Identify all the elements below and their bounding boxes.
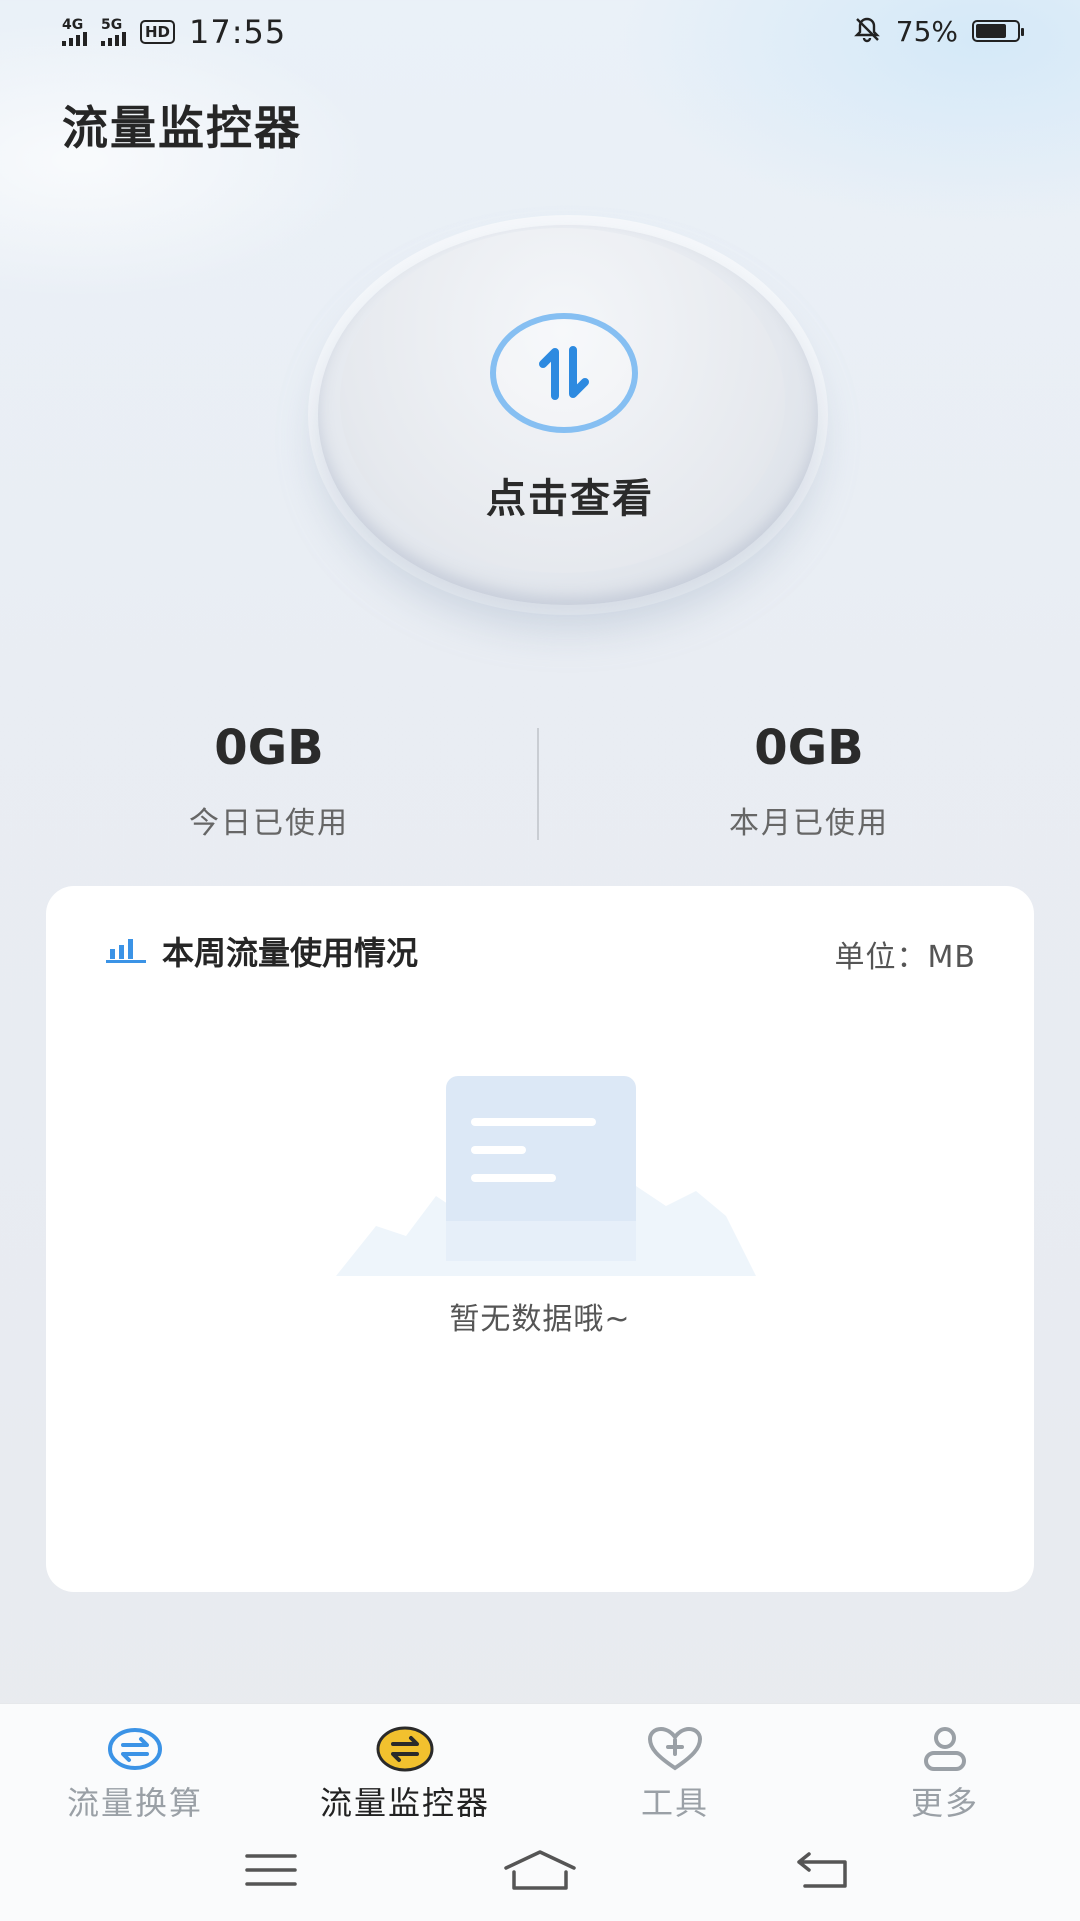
back-button[interactable] — [778, 1830, 868, 1910]
today-usage-value: 0GB — [214, 720, 324, 776]
battery-icon — [972, 20, 1024, 42]
signal-bars-icon — [101, 32, 126, 46]
month-usage: 0GB 本月已使用 — [609, 720, 1009, 842]
system-navigation — [0, 1830, 1080, 1910]
tab-traffic-convert[interactable]: 流量换算 — [25, 1726, 245, 1824]
month-usage-label: 本月已使用 — [729, 806, 889, 841]
card-header: 本周流量使用情况 — [106, 928, 418, 974]
network-type-label: 4G — [62, 17, 84, 33]
home-icon — [504, 1850, 576, 1890]
tab-label: 更多 — [910, 1784, 979, 1822]
menu-button[interactable] — [226, 1830, 316, 1910]
status-bar: 4G 5G HD 17:55 75% — [0, 0, 1080, 66]
back-icon — [797, 1852, 847, 1888]
user-icon — [915, 1726, 975, 1772]
menu-icon — [245, 1854, 297, 1886]
heart-plus-icon — [645, 1726, 705, 1772]
status-right: 75% — [852, 14, 1024, 48]
tab-traffic-monitor[interactable]: 流量监控器 — [295, 1726, 515, 1824]
signal-5g: 5G — [101, 18, 126, 46]
today-usage: 0GB 今日已使用 — [69, 720, 469, 842]
unit-label: 单位：MB — [834, 940, 976, 975]
check-usage-label: 点击查看 — [486, 476, 654, 522]
weekly-usage-card: 本周流量使用情况 单位：MB 暂无数据哦~ — [46, 886, 1034, 1592]
convert-icon — [105, 1726, 165, 1772]
signal-bars-icon — [62, 32, 87, 46]
tab-tools[interactable]: 工具 — [565, 1726, 785, 1824]
battery-fill — [976, 24, 1006, 38]
month-usage-value: 0GB — [754, 720, 864, 776]
card-title: 本周流量使用情况 — [162, 934, 419, 972]
signal-4g: 4G — [62, 18, 87, 46]
tab-more[interactable]: 更多 — [835, 1726, 1055, 1824]
bar-chart-icon — [106, 935, 146, 967]
hd-voice-badge: HD — [140, 20, 176, 44]
tab-label: 工具 — [640, 1784, 709, 1822]
tab-label: 流量监控器 — [319, 1784, 490, 1822]
page-title: 流量监控器 — [62, 101, 302, 155]
battery-percent: 75% — [895, 14, 958, 48]
status-left: 4G 5G HD 17:55 — [62, 12, 286, 52]
empty-document-icon — [336, 1076, 756, 1276]
monitor-icon — [375, 1726, 435, 1772]
home-button[interactable] — [495, 1830, 585, 1910]
empty-state-text: 暂无数据哦~ — [449, 1302, 631, 1337]
mute-bell-icon — [852, 14, 882, 48]
stats-divider — [537, 728, 539, 840]
today-usage-label: 今日已使用 — [189, 806, 349, 841]
clock: 17:55 — [189, 13, 287, 51]
swap-arrows-icon — [490, 313, 638, 433]
network-type-label: 5G — [101, 17, 123, 33]
tab-label: 流量换算 — [66, 1784, 203, 1822]
